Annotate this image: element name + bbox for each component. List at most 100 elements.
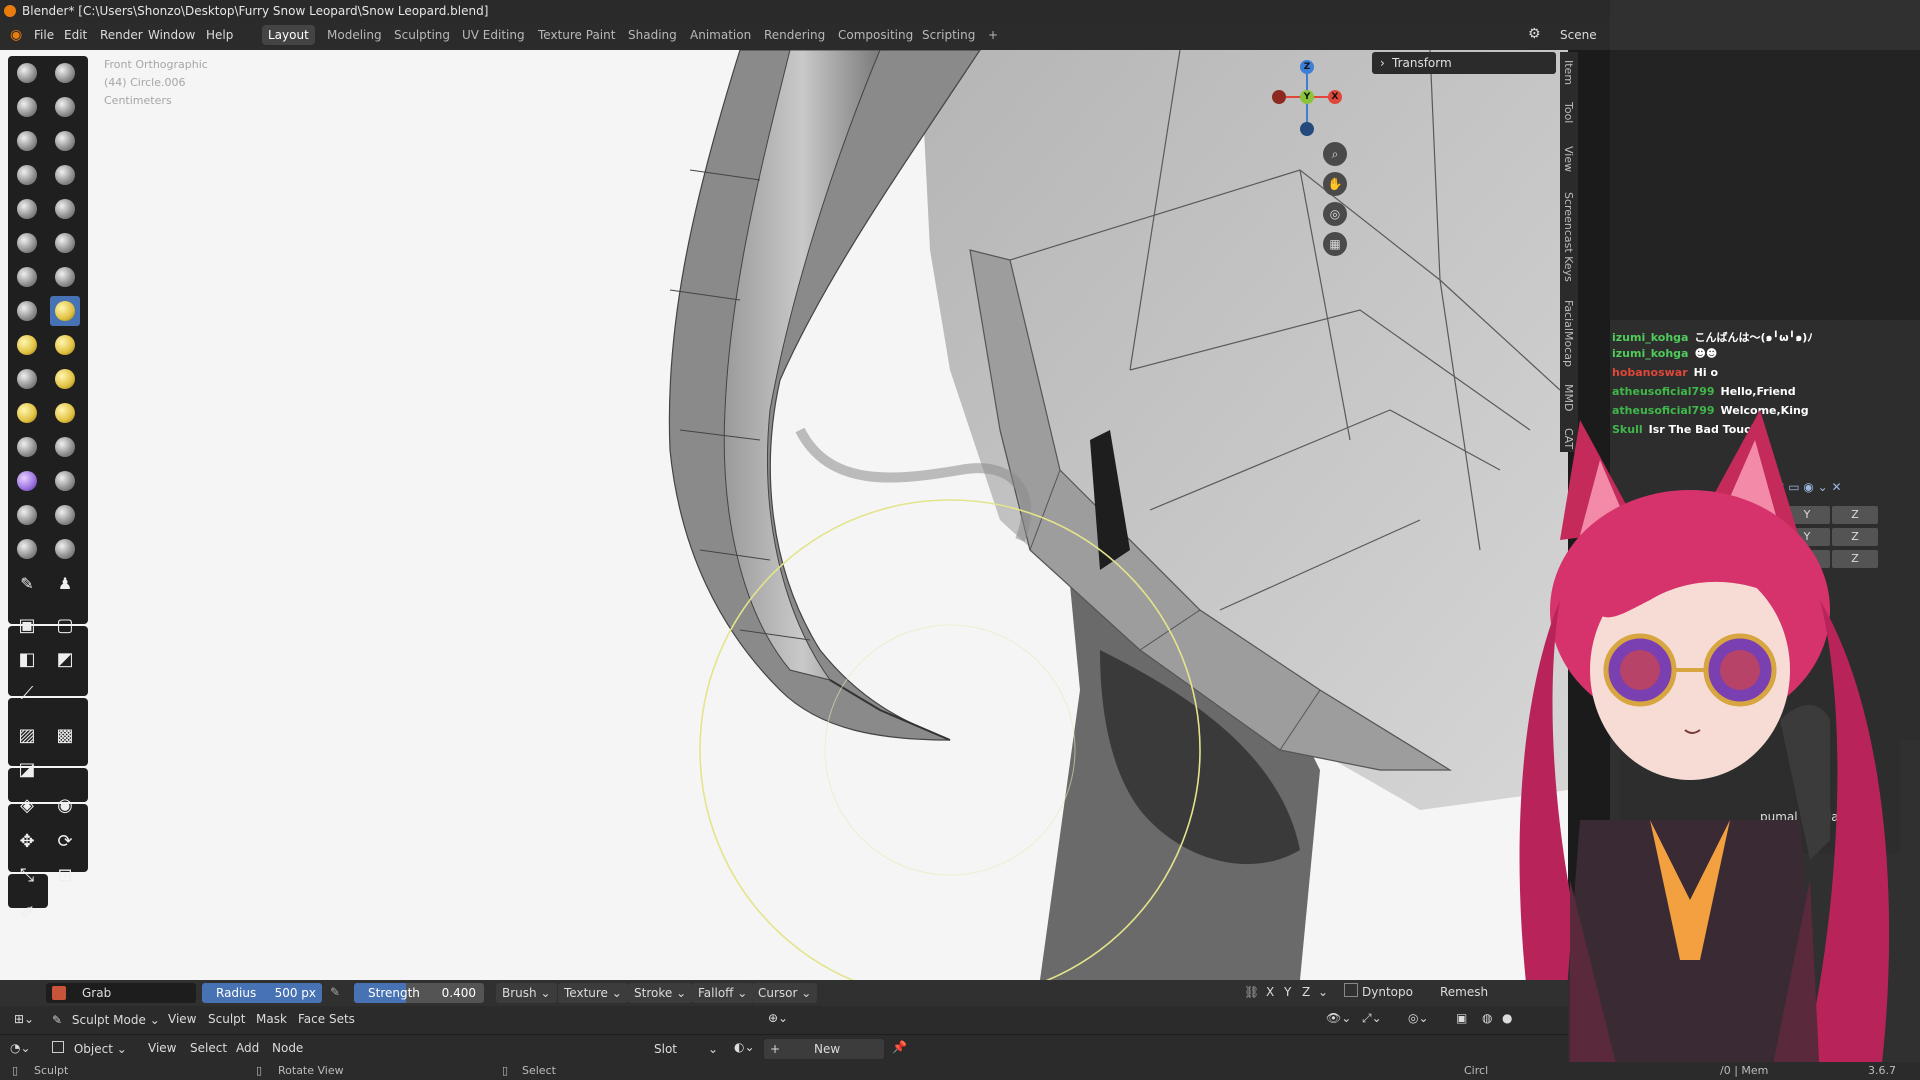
clay-brush-icon[interactable] bbox=[12, 92, 42, 122]
menu-window[interactable]: Window bbox=[148, 28, 195, 42]
overlay-toggle-icon[interactable]: ◎⌄ bbox=[1408, 1011, 1429, 1025]
object-selector[interactable]: Object ⌄ bbox=[46, 1039, 133, 1059]
layer-brush-icon[interactable] bbox=[50, 126, 80, 156]
boundary-brush-icon[interactable] bbox=[50, 432, 80, 462]
wireframe-shading-icon[interactable]: ◍ bbox=[1482, 1011, 1492, 1025]
flatten-brush-icon[interactable] bbox=[12, 228, 42, 258]
sidebar-tab-item[interactable]: Item bbox=[1562, 60, 1575, 85]
new-material-button[interactable]: + New bbox=[764, 1039, 884, 1059]
mesh-filter-icon[interactable]: ◈ bbox=[12, 790, 42, 820]
falloff-dropdown[interactable]: Falloff ⌄ bbox=[692, 983, 754, 1003]
multires-displacement-eraser-icon[interactable] bbox=[12, 534, 42, 564]
transform-orientation-icon[interactable]: ⊕⌄ bbox=[768, 1011, 788, 1025]
tab-texture-paint[interactable]: Texture Paint bbox=[532, 25, 621, 45]
pan-hand-icon[interactable]: ✋ bbox=[1323, 172, 1347, 196]
menu-edit[interactable]: Edit bbox=[64, 28, 87, 42]
pinch-brush-icon[interactable] bbox=[12, 296, 42, 326]
tab-scripting[interactable]: Scripting bbox=[916, 25, 981, 45]
gizmo-z-axis[interactable]: Z bbox=[1300, 60, 1314, 74]
clay-strips-brush-icon[interactable] bbox=[50, 92, 80, 122]
smooth-brush-icon[interactable] bbox=[50, 194, 80, 224]
3d-viewport[interactable]: Front Orthographic (44) Circle.006 Centi… bbox=[0, 50, 1568, 980]
cloth-filter-icon[interactable]: ◉ bbox=[50, 790, 80, 820]
sidebar-tab-view[interactable]: View bbox=[1562, 146, 1575, 172]
tab-rendering[interactable]: Rendering bbox=[758, 25, 831, 45]
symmetry-z-toggle[interactable]: Z bbox=[1302, 985, 1310, 999]
tab-animation[interactable]: Animation bbox=[684, 25, 757, 45]
mask-brush-icon[interactable] bbox=[12, 500, 42, 530]
crease-brush-icon[interactable] bbox=[12, 194, 42, 224]
gizmo-neg-x-axis[interactable] bbox=[1272, 90, 1286, 104]
move-tool-icon[interactable]: ✥ bbox=[12, 826, 42, 856]
cloth-brush-icon[interactable] bbox=[12, 466, 42, 496]
draw-brush-icon[interactable] bbox=[12, 58, 42, 88]
scene-selector-icon[interactable]: ⚙ bbox=[1528, 26, 1541, 42]
nudge-brush-icon[interactable] bbox=[12, 398, 42, 428]
dyntopo-checkbox[interactable] bbox=[1344, 983, 1358, 997]
camera-view-icon[interactable]: ◎ bbox=[1323, 202, 1347, 226]
mode-selector[interactable]: ✎ Sculpt Mode ⌄ bbox=[46, 1010, 166, 1030]
gizmo-neg-z-axis[interactable] bbox=[1300, 122, 1314, 136]
menu-render[interactable]: Render bbox=[100, 28, 143, 42]
tab-uv-editing[interactable]: UV Editing bbox=[456, 25, 531, 45]
menu-help[interactable]: Help bbox=[206, 28, 233, 42]
node-menu-view[interactable]: View bbox=[148, 1041, 176, 1055]
blob-brush-icon[interactable] bbox=[50, 160, 80, 190]
material-browse-icon[interactable]: ◐⌄ bbox=[734, 1040, 755, 1054]
annotate-tool-icon[interactable]: ✐ bbox=[12, 898, 42, 928]
gizmo-y-axis[interactable]: Y bbox=[1300, 90, 1314, 104]
tab-modeling[interactable]: Modeling bbox=[321, 25, 388, 45]
tab-compositing[interactable]: Compositing bbox=[832, 25, 919, 45]
strength-field[interactable]: Strength 0.400 bbox=[354, 983, 484, 1003]
brush-dropdown[interactable]: Brush ⌄ bbox=[496, 983, 557, 1003]
paint-brush-icon[interactable]: ✎ bbox=[12, 568, 42, 598]
grab-brush-icon[interactable] bbox=[50, 296, 80, 326]
radius-field[interactable]: Radius 500 px bbox=[202, 983, 322, 1003]
gizmo-toggle-icon[interactable]: ⤢⌄ bbox=[1362, 1011, 1382, 1026]
slot-dropdown[interactable]: Slot ⌄ bbox=[648, 1039, 724, 1059]
rotate-tool-icon[interactable]: ⟳ bbox=[50, 826, 80, 856]
solid-shading-icon[interactable]: ● bbox=[1502, 1011, 1512, 1025]
pose-brush-icon[interactable] bbox=[50, 364, 80, 394]
symmetry-x-toggle[interactable]: X bbox=[1266, 985, 1274, 999]
transform-tool-icon[interactable]: ⊡ bbox=[50, 860, 80, 890]
cursor-dropdown[interactable]: Cursor ⌄ bbox=[752, 983, 818, 1003]
header-menu-mask[interactable]: Mask bbox=[256, 1012, 287, 1026]
header-menu-sculpt[interactable]: Sculpt bbox=[208, 1012, 245, 1026]
rotate-brush-icon[interactable] bbox=[50, 398, 80, 428]
line-project-icon[interactable]: ⟋ bbox=[12, 678, 42, 708]
slide-relax-brush-icon[interactable] bbox=[12, 432, 42, 462]
gizmo-x-axis[interactable]: X bbox=[1328, 90, 1342, 104]
box-face-set-icon[interactable]: ▨ bbox=[12, 720, 42, 750]
draw-sharp-brush-icon[interactable] bbox=[50, 58, 80, 88]
box-trim-icon[interactable]: ◩ bbox=[50, 644, 80, 674]
tab-shading[interactable]: Shading bbox=[622, 25, 683, 45]
elastic-deform-brush-icon[interactable] bbox=[12, 330, 42, 360]
menu-file[interactable]: File bbox=[34, 28, 54, 42]
stroke-dropdown[interactable]: Stroke ⌄ bbox=[628, 983, 693, 1003]
pin-icon[interactable]: 📌 bbox=[892, 1040, 907, 1054]
multires-displacement-smear-icon[interactable] bbox=[50, 534, 80, 564]
symmetry-options-icon[interactable]: ⌄ bbox=[1318, 985, 1328, 999]
ortho-grid-icon[interactable]: ▦ bbox=[1323, 232, 1347, 256]
transform-panel-header[interactable]: › Transform bbox=[1372, 52, 1556, 74]
box-hide-icon[interactable]: ◧ bbox=[12, 644, 42, 674]
draw-face-sets-brush-icon[interactable] bbox=[50, 500, 80, 530]
sidebar-tab-tool[interactable]: Tool bbox=[1562, 102, 1575, 123]
xray-toggle-icon[interactable]: ▣ bbox=[1456, 1011, 1467, 1025]
node-menu-select[interactable]: Select bbox=[190, 1041, 227, 1055]
pressure-radius-pen-icon[interactable]: ✎ bbox=[330, 985, 340, 999]
dyntopo-label[interactable]: Dyntopo bbox=[1362, 985, 1413, 999]
node-menu-node[interactable]: Node bbox=[272, 1041, 303, 1055]
snake-hook-brush-icon[interactable] bbox=[50, 330, 80, 360]
tab-sculpting[interactable]: Sculpting bbox=[388, 25, 456, 45]
header-menu-face-sets[interactable]: Face Sets bbox=[298, 1012, 355, 1026]
remesh-label[interactable]: Remesh bbox=[1440, 985, 1488, 999]
face-set-edit-icon[interactable]: ◪ bbox=[12, 754, 42, 784]
blender-menu-icon[interactable]: ◉ bbox=[10, 27, 22, 43]
sidebar-tab-screencast-keys[interactable]: Screencast Keys bbox=[1562, 192, 1575, 282]
fill-brush-icon[interactable] bbox=[50, 228, 80, 258]
simplify-brush-icon[interactable] bbox=[50, 466, 80, 496]
tab-layout[interactable]: Layout bbox=[262, 25, 315, 45]
scrape-brush-icon[interactable] bbox=[12, 262, 42, 292]
